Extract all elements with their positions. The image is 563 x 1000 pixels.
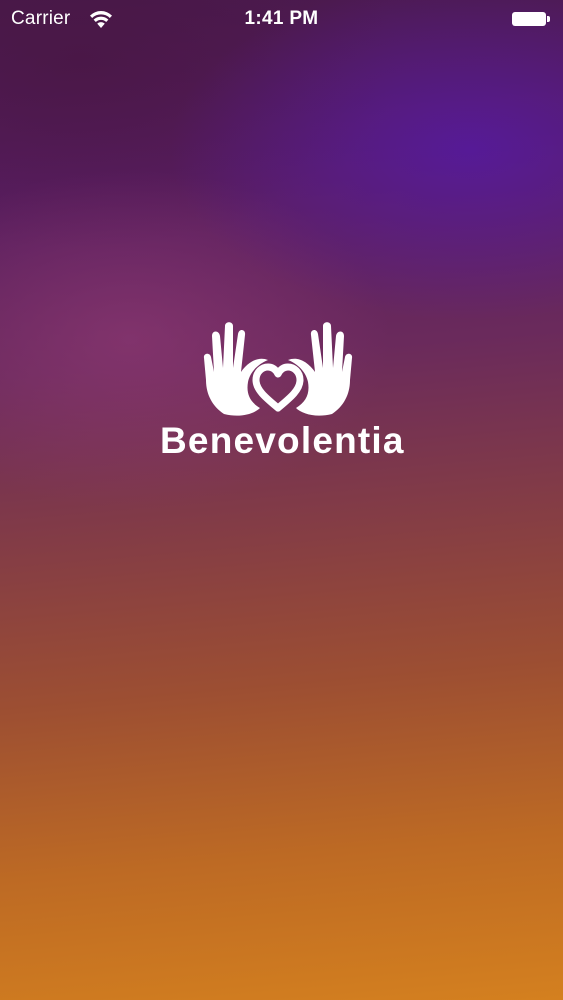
splash-screen: Carrier 1:41 PM Benevolentia — [0, 0, 563, 1000]
app-logo: Benevolentia — [160, 322, 405, 462]
status-time: 1:41 PM — [244, 8, 319, 29]
battery-icon — [512, 12, 546, 26]
hands-heart-icon — [203, 322, 353, 416]
app-name: Benevolentia — [160, 420, 405, 461]
status-bar: Carrier 1:41 PM — [0, 0, 563, 38]
battery-tip — [547, 16, 550, 22]
